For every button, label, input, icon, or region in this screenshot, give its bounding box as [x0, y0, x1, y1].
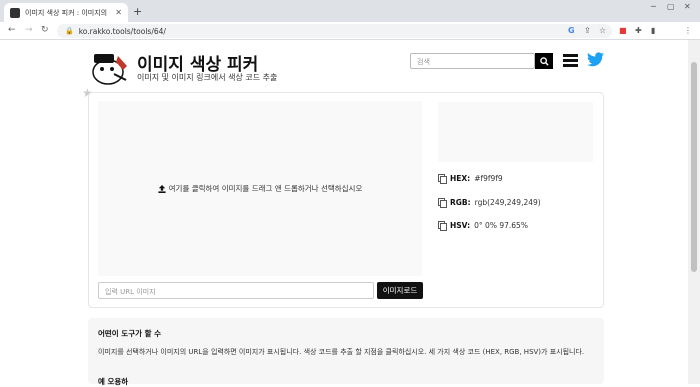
share-icon[interactable]: ⇪	[584, 26, 591, 35]
hsv-label: HSV:	[450, 221, 471, 230]
howto-section: 어떤이 도구가 할 수 이미지를 선택하거나 이미지의 URL을 입력하면 이미…	[88, 318, 604, 386]
new-tab-button[interactable]: +	[133, 5, 142, 18]
copy-rgb-icon[interactable]	[438, 198, 447, 208]
rgb-label: RGB:	[450, 198, 471, 207]
copy-hsv-icon[interactable]	[438, 221, 447, 231]
howto-title: 어떤이 도구가 할 수	[98, 329, 162, 338]
rgb-value: rgb(249,249,249)	[474, 198, 541, 207]
lock-icon: 🔒	[65, 27, 74, 35]
page-scrollbar[interactable]	[688, 40, 700, 384]
scrollbar-thumb[interactable]	[691, 62, 697, 272]
hex-row: HEX: #f9f9f9	[438, 174, 503, 184]
color-swatch	[438, 102, 593, 162]
minimize-icon[interactable]: ─	[651, 2, 656, 11]
load-image-button[interactable]: 이미지로드	[377, 282, 423, 299]
howto-body: 이미지를 선택하거나 이미지의 URL을 입력하면 이미지가 표시됩니다. 색상…	[98, 348, 585, 356]
tab-title: 이미지 색상 피커 : 이미지의 은...	[25, 8, 110, 17]
upload-icon	[158, 184, 166, 193]
address-url: ko.rakko.tools/tools/64/	[78, 26, 166, 36]
hex-label: HEX:	[450, 174, 471, 183]
extensions-puzzle-icon[interactable]: ✚	[635, 26, 642, 35]
forward-icon[interactable]: →	[25, 25, 33, 35]
page-subtitle: 이미지 및 이미지 링크에서 색상 코드 추출	[137, 73, 278, 82]
extension-red-icon[interactable]: ■	[619, 26, 627, 35]
tab-favicon-icon	[10, 7, 20, 18]
browser-tab[interactable]: 이미지 색상 피커 : 이미지의 은... ✕	[4, 3, 128, 22]
address-bar[interactable]: 🔒 ko.rakko.tools/tools/64/	[57, 24, 612, 38]
bookmark-star-icon[interactable]: ☆	[599, 26, 606, 35]
search-input[interactable]: 검색	[410, 53, 535, 69]
maximize-icon[interactable]: ▢	[667, 2, 675, 11]
browser-menu-icon[interactable]: ⋮	[684, 26, 692, 35]
copy-hex-icon[interactable]	[438, 174, 447, 184]
google-icon[interactable]: G	[568, 26, 575, 35]
hsv-row: HSV: 0° 0% 97.65%	[438, 221, 528, 231]
hex-value: #f9f9f9	[474, 174, 503, 183]
dropzone-text: 여기를 클릭하여 이미지를 드래그 앤 드롭하거나 선택하십시오	[168, 184, 363, 193]
howto-next-heading: 예 오용하	[98, 377, 129, 386]
image-dropzone[interactable]: 여기를 클릭하여 이미지를 드래그 앤 드롭하거나 선택하십시오	[98, 101, 422, 276]
browser-tab-strip: 이미지 색상 피커 : 이미지의 은... ✕ + ─ ▢ ✕	[0, 0, 700, 22]
close-window-icon[interactable]: ✕	[684, 2, 691, 11]
hsv-value: 0° 0% 97.65%	[474, 221, 528, 230]
side-panel-icon[interactable]: ▮	[651, 26, 655, 35]
tab-close-icon[interactable]: ✕	[115, 8, 122, 17]
reload-icon[interactable]: ↻	[41, 25, 49, 35]
rgb-row: RGB: rgb(249,249,249)	[438, 198, 541, 208]
hamburger-menu-icon[interactable]	[563, 54, 578, 67]
search-icon	[539, 56, 549, 66]
back-icon[interactable]: ←	[8, 25, 16, 35]
site-logo-icon[interactable]	[90, 50, 130, 86]
search-button[interactable]	[535, 53, 553, 69]
image-url-input[interactable]: 입력 URL 이미지	[98, 282, 374, 299]
twitter-icon[interactable]	[587, 52, 604, 67]
browser-toolbar: ← → ↻ 🔒 ko.rakko.tools/tools/64/ G ⇪ ☆ ■…	[0, 22, 700, 40]
